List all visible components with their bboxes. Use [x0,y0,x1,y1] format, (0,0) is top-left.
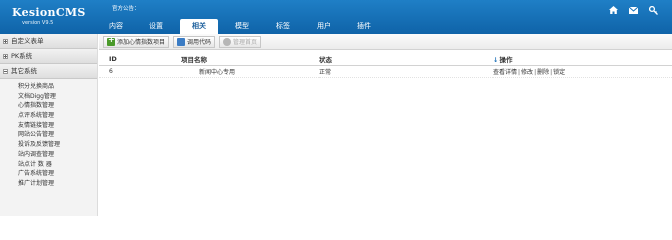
expand-icon [3,54,8,59]
items-table: ID 项目名称 状态 ↓操作 6 新闻中心专用 正常 查看详情|修改|删除|锁定 [99,53,672,78]
add-mood-item-label: 添加心情指数项目 [117,39,166,46]
sort-icon: ↓ [493,55,499,64]
col-name: 项目名称 [181,53,319,66]
mail-icon[interactable] [628,5,638,15]
sidebar-item-review[interactable]: 点评系统管理 [0,111,97,121]
manage-home-label: 管理首页 [233,39,258,46]
call-code-label: 调用代码 [187,39,212,46]
tab-users[interactable]: 用户 [304,19,344,34]
logo: KesionCMS version V9.5 [12,6,86,26]
call-code-button[interactable]: 调用代码 [173,35,216,48]
separator: | [550,68,553,76]
add-icon [107,35,115,46]
sidebar: 自定义表单 PK系统 其它系统 积分兑换商品 文档Digg管理 心情指数管理 点… [0,34,98,216]
top-header: KesionCMS version V9.5 官方公告： 内容 设置 相关 模型… [0,0,672,34]
tab-related[interactable]: 相关 [180,19,218,34]
col-operations-label: 操作 [499,55,513,64]
cell-name: 新闻中心专用 [181,65,319,78]
sidebar-item-ads[interactable]: 广告系统管理 [0,169,97,179]
tab-model[interactable]: 模型 [222,19,262,34]
col-id: ID [99,53,181,66]
sidebar-item-digg[interactable]: 文档Digg管理 [0,92,97,102]
main-panel: 添加心情指数项目 调用代码 管理首页 ID 项目名称 状态 ↓操作 6 新闻中心… [99,34,672,216]
lock-link[interactable]: 锁定 [553,69,565,76]
tab-tags[interactable]: 标签 [262,19,304,34]
edit-link[interactable]: 修改 [521,69,533,76]
cell-id: 6 [99,65,181,78]
home-icon[interactable] [608,5,618,15]
main-nav: 内容 设置 相关 模型 标签 用户 插件 [96,19,384,34]
logo-title: KesionCMS [12,6,86,19]
delete-link[interactable]: 删除 [537,69,549,76]
sidebar-item-announcements[interactable]: 网站公告管理 [0,130,97,140]
tab-settings[interactable]: 设置 [136,19,176,34]
tab-content[interactable]: 内容 [96,19,136,34]
sidebar-item-points-exchange[interactable]: 积分兑换商品 [0,82,97,92]
tab-plugins[interactable]: 插件 [344,19,384,34]
sidebar-group-pk[interactable]: PK系统 [0,49,97,64]
table-header-row: ID 项目名称 状态 ↓操作 [99,53,672,66]
sidebar-group-custom-forms[interactable]: 自定义表单 [0,34,97,49]
cell-status: 正常 [319,65,493,78]
sidebar-item-survey[interactable]: 站内调查管理 [0,150,97,160]
manage-home-button[interactable]: 管理首页 [219,35,262,48]
gear-icon [223,37,232,46]
sidebar-group-label: PK系统 [11,52,33,60]
collapse-icon [3,69,8,74]
toolbar: 添加心情指数项目 调用代码 管理首页 [99,34,672,50]
notice-label: 官方公告： [112,6,140,12]
sidebar-item-feedback[interactable]: 投诉及反馈管理 [0,140,97,150]
code-icon [177,37,186,46]
separator: | [534,68,537,76]
sidebar-group-label: 自定义表单 [11,37,44,45]
separator: | [518,68,521,76]
col-status: 状态 [319,53,493,66]
sidebar-item-list: 积分兑换商品 文档Digg管理 心情指数管理 点评系统管理 友情链接管理 网站公… [0,79,97,189]
sidebar-item-counter[interactable]: 站点计 数 器 [0,160,97,170]
header-icons [608,5,658,15]
add-mood-item-button[interactable]: 添加心情指数项目 [103,35,170,48]
sidebar-item-friend-links[interactable]: 友情链接管理 [0,121,97,131]
view-details-link[interactable]: 查看详情 [493,69,517,76]
cell-operations: 查看详情|修改|删除|锁定 [493,65,672,78]
expand-icon [3,39,8,44]
logo-version: version V9.5 [22,20,54,26]
key-icon[interactable] [648,5,658,15]
sidebar-group-label: 其它系统 [11,67,37,75]
sidebar-item-mood-index[interactable]: 心情指数管理 [0,101,97,111]
sidebar-item-promotion[interactable]: 推广计划管理 [0,179,97,189]
table-row: 6 新闻中心专用 正常 查看详情|修改|删除|锁定 [99,65,672,78]
col-operations: ↓操作 [493,53,672,66]
sidebar-group-other[interactable]: 其它系统 [0,64,97,79]
